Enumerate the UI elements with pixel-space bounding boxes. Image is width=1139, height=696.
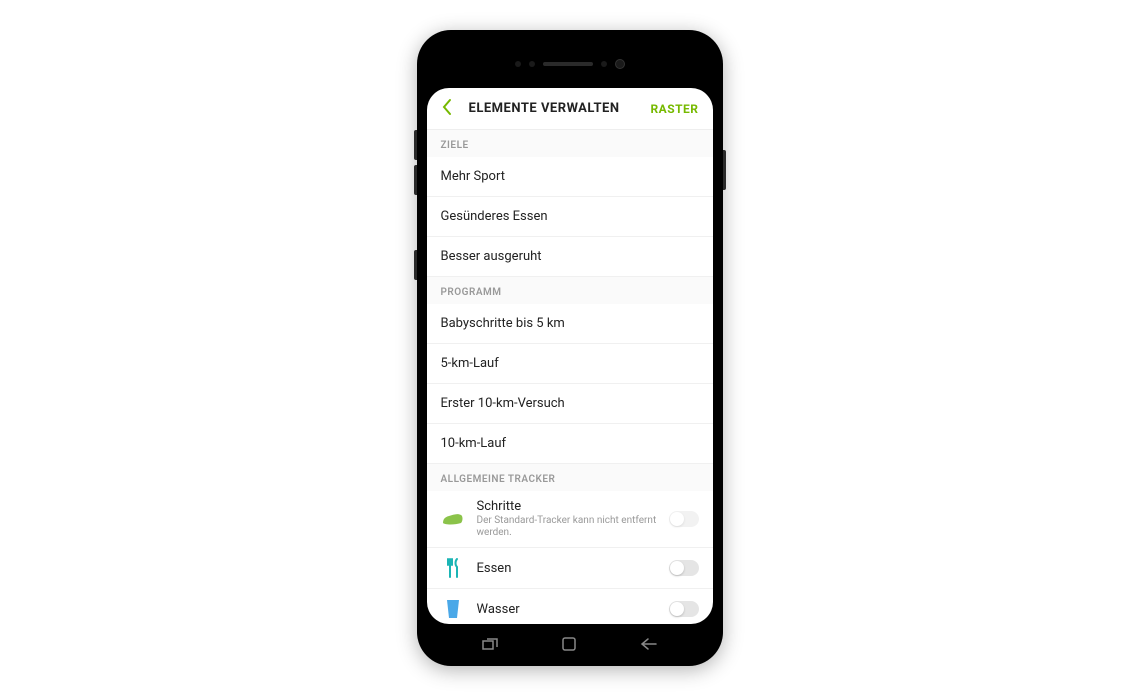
home-button[interactable] xyxy=(559,634,579,654)
program-item[interactable]: 5-km-Lauf xyxy=(427,344,713,384)
screen: ELEMENTE VERWALTEN RASTER ZIELE Mehr Spo… xyxy=(427,88,713,624)
tracker-item-food[interactable]: Essen xyxy=(427,548,713,589)
glass-icon xyxy=(441,597,465,621)
section-header-trackers: ALLGEMEINE TRACKER xyxy=(427,464,713,491)
phone-notch xyxy=(427,40,713,88)
toggle-steps xyxy=(669,511,699,527)
tracker-title: Essen xyxy=(477,561,657,576)
power-button xyxy=(723,150,726,190)
tracker-text: Schritte Der Standard-Tracker kann nicht… xyxy=(477,499,657,539)
program-item[interactable]: Erster 10-km-Versuch xyxy=(427,384,713,424)
header-title: ELEMENTE VERWALTEN xyxy=(469,101,651,116)
toggle-water[interactable] xyxy=(669,601,699,617)
goal-item[interactable]: Mehr Sport xyxy=(427,157,713,197)
cutlery-icon xyxy=(441,556,465,580)
volume-down-button xyxy=(414,165,417,195)
section-header-goals: ZIELE xyxy=(427,130,713,157)
goal-item[interactable]: Gesünderes Essen xyxy=(427,197,713,237)
program-item[interactable]: Babyschritte bis 5 km xyxy=(427,304,713,344)
tracker-text: Essen xyxy=(477,561,657,576)
recent-apps-button[interactable] xyxy=(480,634,500,654)
tracker-item-steps[interactable]: Schritte Der Standard-Tracker kann nicht… xyxy=(427,491,713,548)
bixby-button xyxy=(414,250,417,280)
back-button[interactable] xyxy=(441,97,461,121)
toggle-food[interactable] xyxy=(669,560,699,576)
back-nav-button[interactable] xyxy=(639,634,659,654)
tracker-title: Schritte xyxy=(477,499,657,514)
volume-up-button xyxy=(414,130,417,160)
goal-item[interactable]: Besser ausgeruht xyxy=(427,237,713,277)
tracker-title: Wasser xyxy=(477,602,657,617)
tracker-item-water[interactable]: Wasser xyxy=(427,589,713,624)
phone-frame: ELEMENTE VERWALTEN RASTER ZIELE Mehr Spo… xyxy=(417,30,723,666)
raster-button[interactable]: RASTER xyxy=(650,102,698,116)
section-header-program: PROGRAMM xyxy=(427,277,713,304)
chevron-left-icon xyxy=(441,98,453,116)
content-scroll[interactable]: ZIELE Mehr Sport Gesünderes Essen Besser… xyxy=(427,130,713,624)
app-header: ELEMENTE VERWALTEN RASTER xyxy=(427,88,713,130)
tracker-text: Wasser xyxy=(477,602,657,617)
tracker-subtitle: Der Standard-Tracker kann nicht entfernt… xyxy=(477,515,657,539)
android-nav-bar xyxy=(427,624,713,664)
shoe-icon xyxy=(441,507,465,531)
program-item[interactable]: 10-km-Lauf xyxy=(427,424,713,464)
